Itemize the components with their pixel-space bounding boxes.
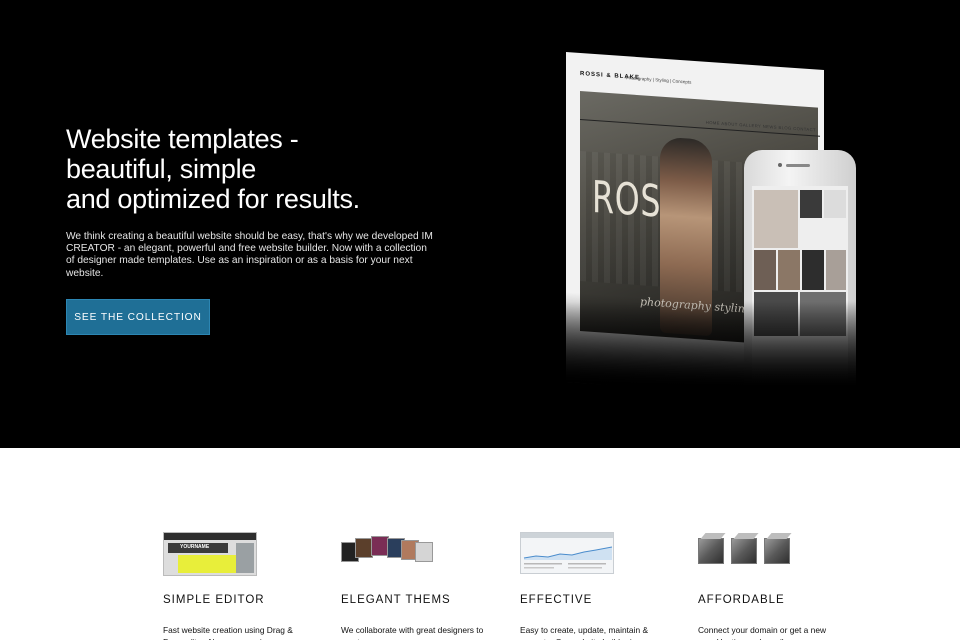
phone-speaker-icon [786,164,810,167]
editor-toolbar [164,533,256,540]
features-section: YOURNAME SIMPLE EDITOR Fast website crea… [0,448,960,640]
phone-photo-tile [754,250,776,290]
hero-intro: We think creating a beautiful website sh… [66,231,433,279]
cube-icon [731,538,757,564]
feature-title: EFFECTIVE [520,594,593,606]
cube-icon [764,538,790,564]
themes-thumbnail [341,532,435,578]
phone-photo-tile [824,190,846,218]
analytics-screenshot [520,532,614,574]
feature-effective: EFFECTIVE Easy to create, update, mainta… [520,532,670,640]
phone-photo-tile [802,250,824,290]
feature-text: We collaborate with great designers to c… [341,625,484,640]
headline-line-1: Website templates - [66,124,299,154]
editor-yellow-block [178,555,236,573]
hero-headline: Website templates - beautiful, simple an… [66,124,446,214]
cube-icon [698,538,724,564]
headline-line-3: and optimized for results. [66,184,360,214]
feature-elegant-thems: ELEGANT THEMS We collaborate with great … [341,532,491,640]
phone-camera-icon [778,163,782,167]
editor-side-panel [236,543,254,573]
feature-affordable: AFFORDABLE Connect your domain or get a … [698,532,848,640]
headline-line-2: beautiful, simple [66,154,257,184]
analytics-chart [523,546,613,569]
analytics-thumbnail [520,532,614,578]
hero-section: Website templates - beautiful, simple an… [0,0,960,448]
phone-photo-tile [800,190,822,218]
feature-text: Connect your domain or get a new one. Ho… [698,625,827,640]
theme-photo [415,542,433,562]
template-subtitle: Photography | Styling | Concepts [626,75,692,85]
phone-photo-tile [826,250,846,290]
editor-screenshot: YOURNAME [163,532,257,576]
device-mockup: ROSSI photography styling ROSSI & BLAKE … [540,52,890,422]
feature-text: Easy to create, update, maintain & promo… [520,625,649,640]
mockup-fade [540,302,890,422]
phone-photo-tile [754,190,798,248]
feature-title: ELEGANT THEMS [341,594,451,606]
feature-text: Fast website creation using Drag & Drop … [163,625,293,640]
phone-photo-tile [778,250,800,290]
feature-simple-editor: YOURNAME SIMPLE EDITOR Fast website crea… [163,532,313,640]
editor-yourname: YOURNAME [180,544,210,550]
hero-text: Website templates - beautiful, simple an… [66,124,446,280]
see-collection-button[interactable]: SEE THE COLLECTION [66,299,210,335]
editor-thumbnail: YOURNAME [163,532,257,578]
feature-title: AFFORDABLE [698,594,785,606]
feature-title: SIMPLE EDITOR [163,594,265,606]
cubes-thumbnail [698,532,792,578]
